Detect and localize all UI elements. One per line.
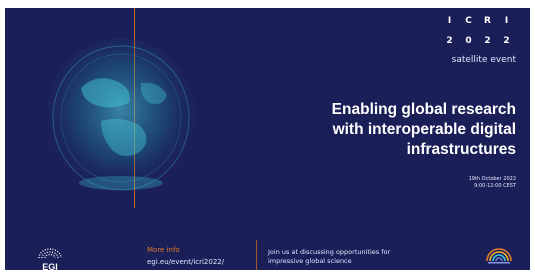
more-info-link[interactable]: egi.eu/event/icri2022/ <box>147 258 224 266</box>
wordmark-digit: 2 <box>484 36 491 46</box>
egi-logo-text: EGI <box>42 262 58 270</box>
footer-divider-line <box>256 240 257 270</box>
title-line: with interoperable digital <box>332 121 516 138</box>
wordmark-letter: I <box>504 16 509 26</box>
event-banner: I C R I 2 0 2 2 satellite event Enabling… <box>5 8 530 270</box>
banner-title: Enabling global research with interopera… <box>226 100 516 160</box>
wordmark-letter: C <box>465 16 472 26</box>
event-time: 9:00-12:00 CEST <box>474 183 516 189</box>
wordmark-digit: 2 <box>446 36 453 46</box>
join-line: Join us at discussing opportunities for <box>268 248 391 256</box>
join-text: Join us at discussing opportunities for … <box>268 248 448 266</box>
wordmark-digit: 0 <box>465 36 472 46</box>
wordmark-letter: R <box>484 16 491 26</box>
event-day: 19th October 2022 <box>468 176 516 182</box>
join-line: impressive global science <box>268 257 352 265</box>
icri-logo <box>486 248 512 264</box>
title-line: Enabling global research <box>331 101 516 118</box>
egi-logo: EGI <box>38 248 62 270</box>
globe-icon <box>45 38 197 198</box>
more-info-label: More info <box>147 246 180 254</box>
event-date: 19th October 2022 9:00-12:00 CEST <box>469 176 516 190</box>
event-subtitle: satellite event <box>451 55 516 65</box>
title-line: infrastructures <box>406 141 516 158</box>
wordmark-digit: 2 <box>503 36 510 46</box>
icri-2022-wordmark: I C R I 2 0 2 2 <box>440 16 516 46</box>
wordmark-letter: I <box>447 16 452 26</box>
